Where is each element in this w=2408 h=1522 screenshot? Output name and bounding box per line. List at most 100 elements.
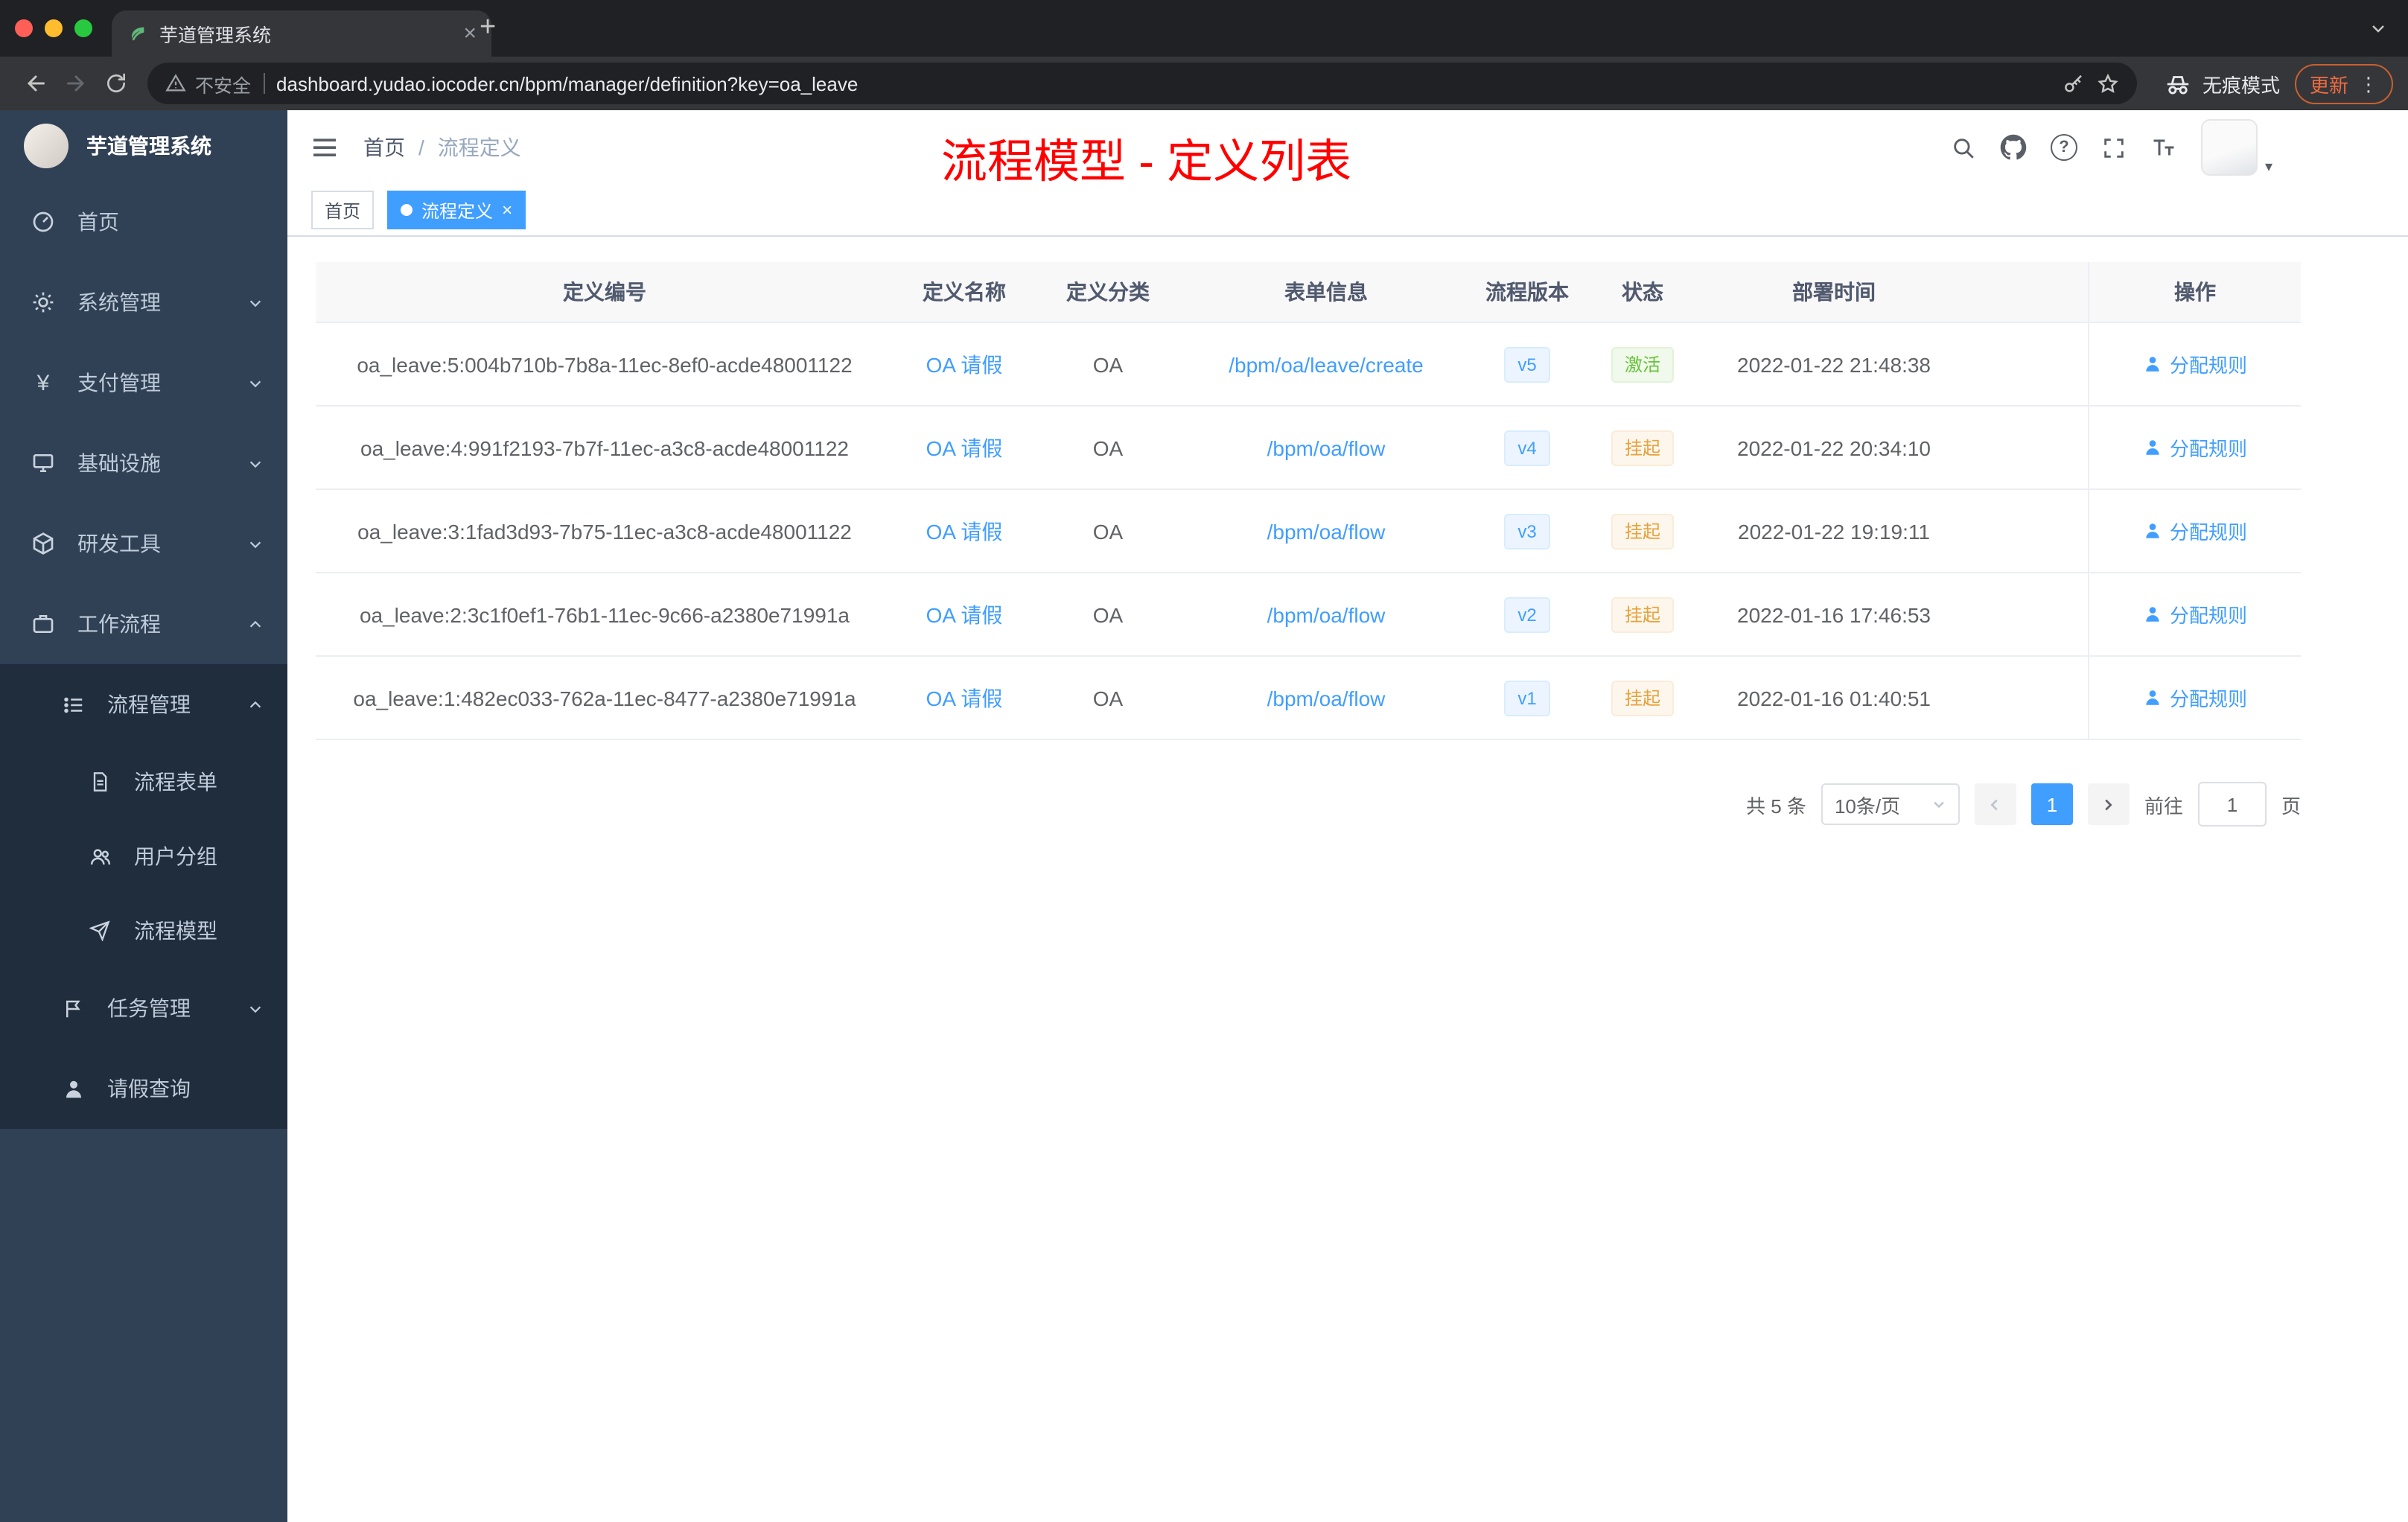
sidebar-item-leave-query[interactable]: 请假查询 <box>0 1048 287 1129</box>
minimize-window-button[interactable] <box>45 19 63 37</box>
table-header: 定义编号 定义名称 定义分类 表单信息 流程版本 状态 部署时间 操作 <box>316 262 2301 323</box>
app-logo[interactable]: 芋道管理系统 <box>0 110 287 182</box>
form-link[interactable]: /bpm/oa/flow <box>1267 686 1386 710</box>
prev-page-button[interactable] <box>1974 783 2016 825</box>
definition-name-link[interactable]: OA 请假 <box>926 519 1003 543</box>
goto-label: 前往 <box>2144 795 2183 817</box>
warning-triangle-icon <box>165 73 186 94</box>
cell-definition-id: oa_leave:2:3c1f0ef1-76b1-11ec-9c66-a2380… <box>359 602 850 626</box>
window-controls <box>15 19 92 37</box>
divider <box>263 73 265 94</box>
tag-close-icon[interactable]: × <box>502 201 512 219</box>
chevron-down-icon <box>247 375 264 391</box>
browser-toolbar: 不安全 dashboard.yudao.iocoder.cn/bpm/manag… <box>0 57 2408 110</box>
chevron-down-icon <box>247 455 264 471</box>
assign-rule-link[interactable]: 分配规则 <box>2143 517 2247 545</box>
version-tag: v3 <box>1504 513 1550 549</box>
form-link[interactable]: /bpm/oa/leave/create <box>1229 352 1424 376</box>
security-chip[interactable]: 不安全 <box>165 69 251 98</box>
assign-rule-link[interactable]: 分配规则 <box>2143 600 2247 628</box>
sidebar-item-label: 流程模型 <box>134 919 217 943</box>
fullscreen-icon[interactable] <box>2101 135 2127 160</box>
annotation-text: 流程模型 - 定义列表 <box>941 136 1352 188</box>
menu-kebab-icon[interactable]: ⋮ <box>2359 74 2378 93</box>
list-icon <box>60 693 86 716</box>
form-link[interactable]: /bpm/oa/flow <box>1267 602 1386 626</box>
sidebar-item-workflow[interactable]: 工作流程 <box>0 584 287 664</box>
chevron-down-icon <box>247 294 264 311</box>
sidebar-item-process-management[interactable]: 流程管理 <box>0 664 287 745</box>
update-button[interactable]: 更新 ⋮ <box>2294 63 2393 104</box>
close-window-button[interactable] <box>15 19 33 37</box>
definition-name-link[interactable]: OA 请假 <box>926 352 1003 376</box>
breadcrumb-home[interactable]: 首页 <box>363 133 405 162</box>
caret-down-icon: ▾ <box>2264 159 2272 176</box>
flag-icon <box>60 997 86 1019</box>
sidebar-item-home[interactable]: 首页 <box>0 182 287 262</box>
cell-category: OA <box>1092 602 1124 626</box>
page-number-button[interactable]: 1 <box>2030 783 2073 825</box>
logo-avatar <box>24 124 69 168</box>
tab-search-chevron-icon[interactable] <box>2369 19 2387 37</box>
person-icon <box>2146 357 2159 372</box>
breadcrumb-separator: / <box>418 136 424 159</box>
person-icon <box>2146 690 2159 705</box>
chevron-down-icon <box>247 535 264 552</box>
assign-rule-link[interactable]: 分配规则 <box>2143 684 2247 712</box>
version-tag: v2 <box>1504 596 1550 632</box>
github-icon[interactable] <box>2000 134 2027 161</box>
browser-tab[interactable]: 芋道管理系统 × <box>112 10 491 57</box>
table-row: oa_leave:5:004b710b-7b8a-11ec-8ef0-acde4… <box>316 323 2301 407</box>
search-icon[interactable] <box>1951 135 1976 160</box>
assign-rule-link[interactable]: 分配规则 <box>2143 433 2247 462</box>
page-unit-label: 页 <box>2281 795 2301 817</box>
sidebar: 芋道管理系统 首页 系统管理 ¥ 支付管理 基础设施 研发工具 工作流程 流程管… <box>0 110 287 1522</box>
status-tag: 挂起 <box>1611 596 1674 632</box>
cell-deploy-time: 2022-01-22 21:48:38 <box>1737 352 1931 376</box>
definition-name-link[interactable]: OA 请假 <box>926 686 1003 710</box>
sidebar-item-user-group[interactable]: 用户分组 <box>0 819 287 894</box>
sidebar-item-infrastructure[interactable]: 基础设施 <box>0 423 287 503</box>
reload-icon[interactable] <box>95 63 136 104</box>
pagination: 共 5 条 10条/页 1 前往 页 <box>316 782 2301 827</box>
browser-window: 芋道管理系统 × + 不安全 dashboard.yudao.iocoder.c… <box>0 0 2408 1522</box>
tags-view: 首页 流程定义 × <box>287 185 2408 237</box>
cell-category: OA <box>1092 519 1124 543</box>
form-link[interactable]: /bpm/oa/flow <box>1267 436 1386 459</box>
tab-close-icon[interactable]: × <box>463 22 477 45</box>
col-definition-name: 定义名称 <box>923 280 1006 304</box>
password-key-icon[interactable] <box>2063 72 2085 95</box>
next-page-button[interactable] <box>2087 783 2130 825</box>
sidebar-item-process-model[interactable]: 流程模型 <box>0 894 287 968</box>
sidebar-item-process-form[interactable]: 流程表单 <box>0 745 287 819</box>
new-tab-button[interactable]: + <box>480 12 496 45</box>
sidebar-item-label: 任务管理 <box>107 996 191 1020</box>
avatar-image <box>2200 119 2258 176</box>
address-bar[interactable]: 不安全 dashboard.yudao.iocoder.cn/bpm/manag… <box>147 63 2137 104</box>
assign-rule-link[interactable]: 分配规则 <box>2143 350 2247 378</box>
breadcrumb-current: 流程定义 <box>437 136 521 159</box>
back-icon[interactable] <box>15 63 55 104</box>
font-size-icon[interactable] <box>2150 134 2177 161</box>
help-icon[interactable]: ? <box>2050 134 2077 161</box>
app-title: 芋道管理系统 <box>86 134 211 158</box>
form-link[interactable]: /bpm/oa/flow <box>1267 519 1386 543</box>
sidebar-item-payment[interactable]: ¥ 支付管理 <box>0 343 287 423</box>
sidebar-item-label: 请假查询 <box>107 1077 191 1101</box>
sidebar-item-devtools[interactable]: 研发工具 <box>0 503 287 584</box>
tag-process-definition[interactable]: 流程定义 × <box>387 191 526 229</box>
sidebar-toggle-icon[interactable] <box>310 133 340 162</box>
maximize-window-button[interactable] <box>74 19 92 37</box>
bookmark-star-icon[interactable] <box>2097 72 2119 95</box>
user-avatar[interactable]: ▾ <box>2200 119 2272 176</box>
sidebar-item-system[interactable]: 系统管理 <box>0 262 287 343</box>
sidebar-item-task-management[interactable]: 任务管理 <box>0 968 287 1048</box>
forward-icon[interactable] <box>55 63 95 104</box>
security-label: 不安全 <box>195 75 252 96</box>
col-definition-id: 定义编号 <box>563 280 646 304</box>
goto-page-input[interactable] <box>2197 782 2267 827</box>
tag-home[interactable]: 首页 <box>311 191 375 229</box>
definition-name-link[interactable]: OA 请假 <box>926 436 1003 459</box>
definition-name-link[interactable]: OA 请假 <box>926 602 1003 626</box>
page-size-select[interactable]: 10条/页 <box>1821 783 1960 825</box>
